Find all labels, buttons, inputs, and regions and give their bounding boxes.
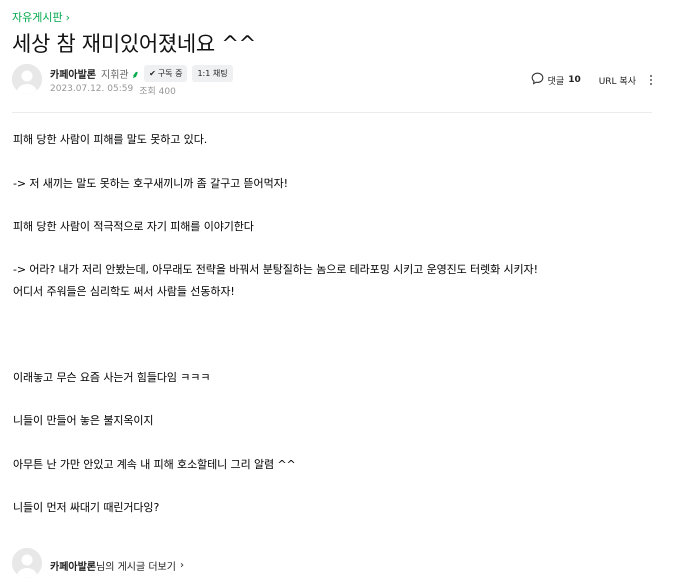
comment-button[interactable]: 댓글 10	[531, 72, 581, 88]
author-info: 카페아발론 지휘관 ⸙ ✔ 구독 중 1:1 채팅	[50, 65, 233, 82]
more-vertical-icon[interactable]	[650, 75, 652, 85]
board-name: 자유게시판	[12, 11, 63, 24]
body-paragraph: 피해 당한 사람이 적극적으로 자기 피해를 이야기한다	[13, 220, 254, 233]
body-paragraph: -> 저 새끼는 말도 못하는 호구새끼니까 좀 갈구고 뜯어먹자!	[13, 177, 288, 190]
post-title: 세상 참 재미있어졌네요 ^^	[12, 32, 256, 56]
body-paragraph: 니들이 먼저 싸대기 때린거다잉?	[13, 501, 160, 514]
body-paragraph: 어디서 주워들은 심리학도 써서 사람들 선동하자!	[13, 285, 235, 298]
footer-author-name: 카페아발론	[50, 562, 96, 573]
url-copy-button[interactable]: URL 복사	[599, 74, 636, 87]
body-paragraph: 피해 당한 사람이 피해를 말도 못하고 있다.	[13, 133, 208, 146]
header-divider	[12, 112, 652, 113]
footer-link-label: 님의 게시글 더보기	[96, 562, 176, 573]
post-meta: 2023.07.12. 05:59 조회 400	[50, 84, 176, 97]
post-views: 조회 400	[139, 87, 176, 97]
author-grade: 지휘관	[101, 70, 129, 81]
body-paragraph: 아무튼 난 가만 안있고 계속 내 피해 호소할테니 그리 알렴 ^^	[13, 458, 296, 471]
board-link[interactable]: 자유게시판 ›	[12, 9, 70, 25]
check-icon: ✔	[149, 69, 156, 78]
speech-bubble-icon	[531, 72, 544, 88]
chevron-right-icon: ›	[65, 10, 71, 24]
chevron-right-icon: ›	[179, 560, 184, 571]
author-name[interactable]: 카페아발론	[50, 66, 96, 81]
post-date: 2023.07.12. 05:59	[50, 84, 134, 94]
body-paragraph: 이래놓고 무슨 요즘 사는거 힘들다임 ㅋㅋㅋ	[13, 371, 211, 384]
chat-button[interactable]: 1:1 채팅	[192, 65, 233, 82]
subscribe-label: 구독 중	[157, 69, 183, 78]
sprout-icon: ⸙	[131, 69, 140, 81]
author-avatar[interactable]	[12, 64, 42, 94]
comment-label: 댓글	[547, 76, 565, 87]
footer-author-avatar[interactable]	[12, 548, 42, 578]
body-paragraph: -> 어라? 내가 저리 안봤는데, 아무래도 전략을 바꿔서 분탕질하는 놈으…	[13, 263, 538, 276]
comment-count: 10	[568, 75, 581, 85]
body-paragraph: 니들이 만들어 놓은 불지옥이지	[13, 414, 154, 427]
post-tools: 댓글 10 URL 복사	[531, 72, 652, 88]
more-posts-link[interactable]: 카페아발론 님의 게시글 더보기 ›	[50, 558, 184, 573]
subscribe-button[interactable]: ✔ 구독 중	[144, 65, 188, 82]
